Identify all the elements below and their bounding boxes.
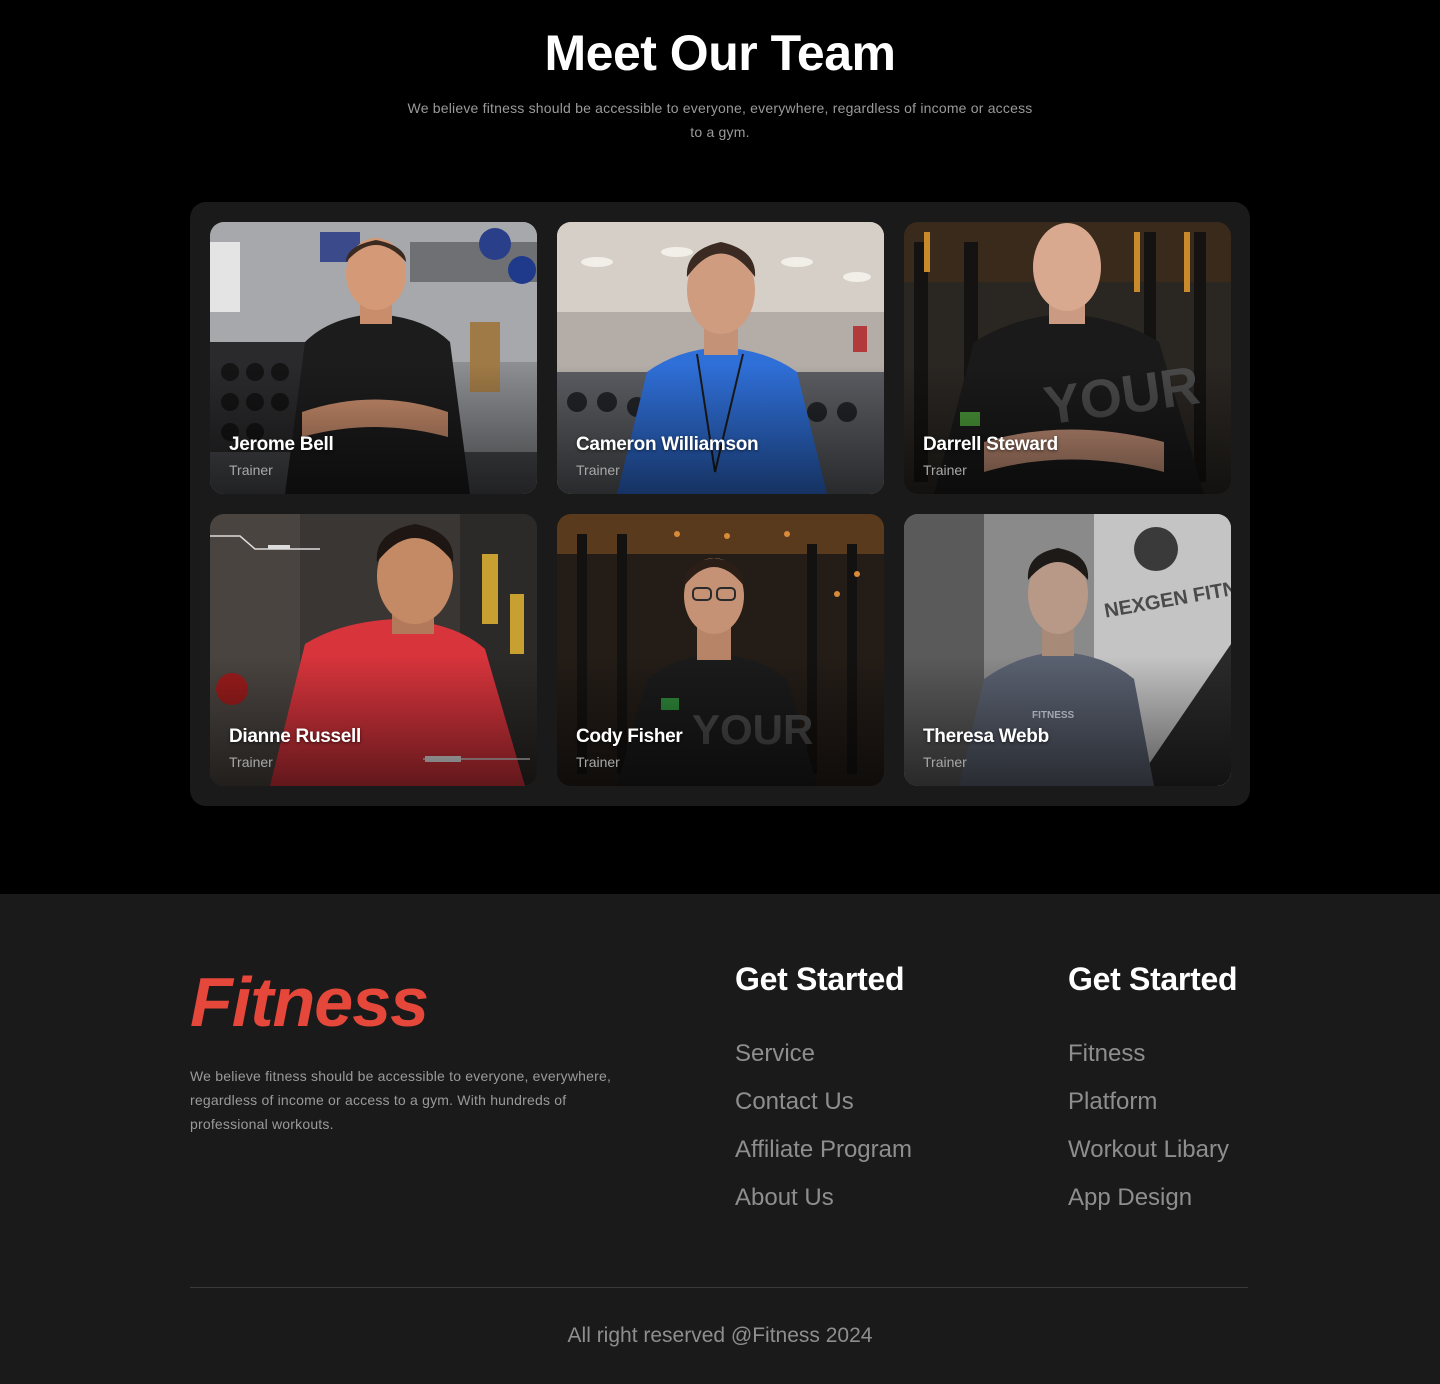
footer-column-heading: Get Started [1068,961,1238,997]
team-subtitle: We believe fitness should be accessible … [407,100,1033,140]
page: Meet Our Team We believe fitness should … [0,0,1440,1384]
trainer-role: Trainer [923,462,967,478]
footer-about-text: We believe fitness should be accessible … [190,1068,612,1132]
footer-divider [190,1287,1248,1288]
footer-link-list: Fitness Platform Workout Libary App Desi… [1068,1030,1237,1222]
trainer-role: Trainer [923,754,967,770]
footer-link-workout-library[interactable]: Workout Libary [1068,1126,1237,1174]
footer: Fitness We believe fitness should be acc… [0,894,1440,1384]
team-card[interactable]: Jerome Bell Trainer [210,222,537,494]
footer-link-contact-us[interactable]: Contact Us [735,1078,912,1126]
footer-column-get-started: Get Started Service Contact Us Affiliate… [735,958,912,1222]
footer-logo[interactable]: Fitness [190,962,429,1042]
team-card[interactable]: YOUR Cody Fisher Trainer [557,514,884,786]
team-section: Meet Our Team We believe fitness should … [0,0,1440,894]
footer-link-service[interactable]: Service [735,1030,912,1078]
team-card[interactable]: Dianne Russell Trainer [210,514,537,786]
footer-link-app-design[interactable]: App Design [1068,1174,1237,1222]
trainer-name: Dianne Russell [229,726,362,747]
footer-link-platform[interactable]: Platform [1068,1078,1237,1126]
footer-column-get-started-2: Get Started Fitness Platform Workout Lib… [1068,958,1237,1222]
footer-link-list: Service Contact Us Affiliate Program Abo… [735,1030,912,1222]
team-card[interactable]: YOUR Darrell Steward Trainer [904,222,1231,494]
footer-link-about-us[interactable]: About Us [735,1174,912,1222]
copyright-text: All right reserved @Fitness 2024 [567,1324,873,1347]
trainer-name: Jerome Bell [229,434,334,455]
footer-column-heading: Get Started [735,961,905,997]
trainer-name: Darrell Steward [923,434,1058,455]
team-title: Meet Our Team [544,25,897,81]
footer-link-affiliate-program[interactable]: Affiliate Program [735,1126,912,1174]
trainer-role: Trainer [576,462,620,478]
team-grid: Jerome Bell Trainer Cameron Williamson T… [190,202,1250,806]
trainer-name: Cody Fisher [576,726,683,747]
team-card[interactable]: Cameron Williamson Trainer [557,222,884,494]
trainer-role: Trainer [229,754,273,770]
footer-link-fitness[interactable]: Fitness [1068,1030,1237,1078]
team-card[interactable]: NEXGEN FITNESS FITNESS Theresa Webb Trai… [904,514,1231,786]
trainer-role: Trainer [576,754,620,770]
trainer-name: Theresa Webb [923,726,1049,747]
trainer-name: Cameron Williamson [576,434,759,455]
trainer-role: Trainer [229,462,273,478]
